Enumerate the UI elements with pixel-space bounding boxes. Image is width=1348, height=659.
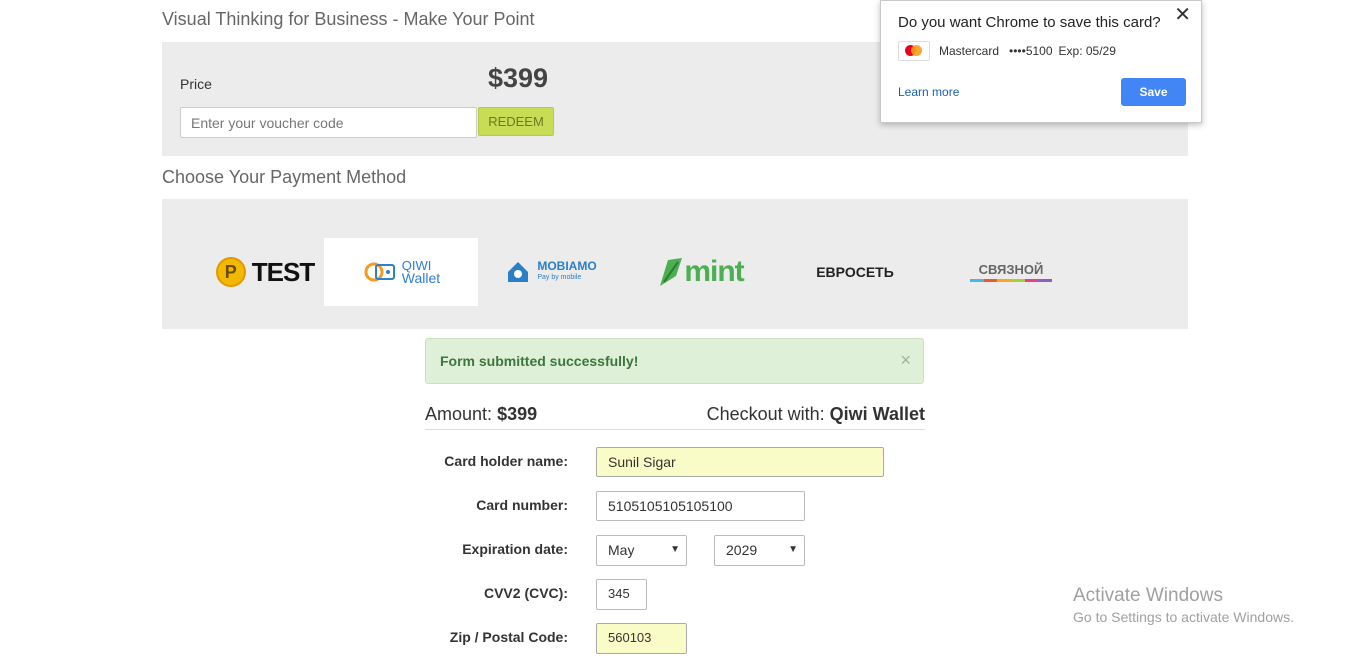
cvv-input[interactable]: 345 bbox=[596, 579, 647, 610]
dropdown-arrow-icon: ▼ bbox=[788, 544, 798, 555]
dropdown-arrow-icon: ▼ bbox=[670, 544, 680, 555]
card-number-label: Card number: bbox=[476, 497, 568, 513]
payment-method-label: MOBIAMO Pay by mobile bbox=[537, 259, 597, 281]
payment-method-label: mint bbox=[684, 255, 744, 288]
success-alert: Form submitted successfully! × bbox=[425, 338, 924, 384]
zip-input[interactable]: 560103 bbox=[596, 623, 687, 654]
payment-method-mobiamo[interactable]: MOBIAMO Pay by mobile bbox=[496, 238, 606, 306]
mint-leaf-icon bbox=[660, 258, 683, 286]
payment-section-title: Choose Your Payment Method bbox=[162, 167, 407, 187]
card-summary: Mastercard ••••5100 Exp: 05/29 bbox=[939, 44, 1116, 58]
save-card-button[interactable]: Save bbox=[1121, 78, 1186, 106]
card-holder-label: Card holder name: bbox=[444, 453, 568, 469]
learn-more-link[interactable]: Learn more bbox=[898, 85, 959, 99]
card-number-input[interactable]: 5105105105105100 bbox=[596, 491, 805, 521]
popup-title: Do you want Chrome to save this card? bbox=[898, 14, 1161, 31]
payment-method-svyaznoy[interactable]: СВЯЗНОЙ bbox=[956, 238, 1066, 306]
payment-method-label: TEST bbox=[251, 256, 315, 287]
product-title: Visual Thinking for Business - Make Your… bbox=[162, 9, 535, 29]
close-icon[interactable]: ✕ bbox=[1174, 2, 1191, 27]
test-coin-icon: P bbox=[215, 257, 246, 287]
payment-method-mint[interactable]: mint bbox=[644, 238, 756, 306]
voucher-input[interactable] bbox=[180, 107, 477, 138]
price-value: $399 bbox=[488, 63, 549, 93]
alert-close-icon[interactable]: × bbox=[900, 350, 911, 371]
chrome-save-card-popup: Do you want Chrome to save this card? ✕ … bbox=[880, 0, 1202, 123]
redeem-button[interactable]: REDEEM bbox=[478, 107, 554, 136]
expiration-label: Expiration date: bbox=[462, 541, 568, 557]
svyaznoy-color-bar bbox=[970, 279, 1053, 282]
activate-windows-title: Activate Windows bbox=[1073, 585, 1223, 606]
activate-windows-subtitle: Go to Settings to activate Windows. bbox=[1073, 609, 1294, 625]
checkout-method-summary: Checkout with: Qiwi Wallet bbox=[706, 404, 925, 424]
mobiamo-logo-icon bbox=[508, 262, 529, 282]
qiwi-wallet-icon bbox=[364, 262, 395, 282]
payment-method-label: QIWI Wallet bbox=[401, 258, 441, 286]
payment-method-label: СВЯЗНОЙ bbox=[978, 262, 1044, 277]
exp-year-value: 2029 bbox=[726, 542, 758, 558]
zip-label: Zip / Postal Code: bbox=[449, 629, 568, 645]
payment-method-label: ЕВРОСЕТЬ bbox=[816, 264, 894, 280]
exp-month-select[interactable]: May ▼ bbox=[596, 535, 687, 566]
exp-year-select[interactable]: 2029 ▼ bbox=[714, 535, 805, 566]
payment-method-evroset[interactable]: ЕВРОСЕТЬ bbox=[802, 238, 908, 306]
payment-method-test[interactable]: P TEST bbox=[202, 238, 328, 306]
alert-message: Form submitted successfully! bbox=[440, 353, 639, 369]
cvv-label: CVV2 (CVC): bbox=[483, 585, 568, 601]
payment-method-qiwi[interactable]: QIWI Wallet bbox=[324, 238, 478, 306]
card-holder-input[interactable]: Sunil Sigar bbox=[596, 447, 884, 477]
exp-month-value: May bbox=[608, 542, 635, 558]
mastercard-icon bbox=[898, 41, 930, 61]
svyaznoy-logo: СВЯЗНОЙ bbox=[970, 262, 1053, 282]
price-label: Price bbox=[180, 76, 212, 92]
checkout-summary: Amount: $399 Checkout with: Qiwi Wallet bbox=[425, 403, 925, 430]
payment-methods-panel: P TEST QIWI Wallet MOBIAMO Pay by mobile… bbox=[162, 199, 1188, 329]
amount-summary: Amount: $399 bbox=[425, 404, 538, 424]
